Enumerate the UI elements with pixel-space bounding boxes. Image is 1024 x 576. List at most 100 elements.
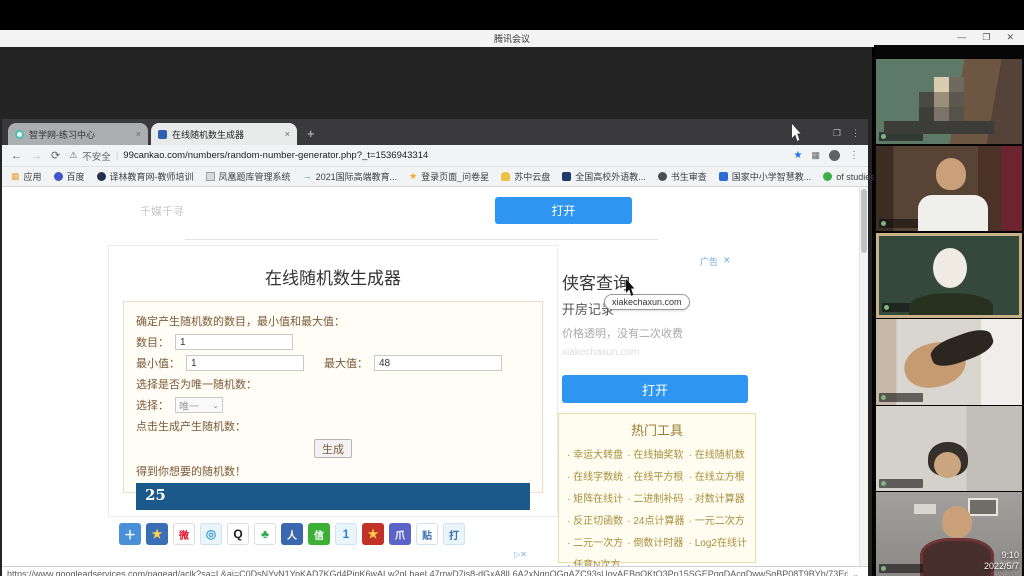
participant-video-2[interactable] — [876, 146, 1022, 231]
back-icon[interactable]: ← — [11, 150, 22, 162]
hot-tool-link[interactable]: 24点计算器 — [627, 512, 684, 527]
minimize-icon[interactable]: — — [957, 32, 966, 43]
side-ad-title[interactable]: 侠客查询 — [562, 269, 630, 294]
hot-tool-link[interactable]: 一元二次方 — [689, 512, 747, 527]
page-scrollbar[interactable] — [859, 187, 868, 566]
tab2-title: 在线随机数生成器 — [172, 128, 280, 141]
browser-window: 智学网-练习中心 × 在线随机数生成器 × + ❐ ⋮ ← → — [2, 119, 868, 576]
count-input[interactable] — [175, 334, 293, 350]
tab2-close-icon[interactable]: × — [285, 129, 290, 139]
side-ad-line2: 价格透明，没有二次收费 — [562, 325, 683, 341]
hot-tool-link[interactable]: 在线字数统 — [567, 468, 623, 483]
tab1-close-icon[interactable]: × — [136, 129, 141, 139]
hot-tool-link[interactable]: 对数计算器 — [689, 490, 747, 505]
side-ad-url: xiakechaxun.com — [562, 347, 639, 358]
tab2-favicon — [158, 130, 167, 139]
hot-tool-link[interactable]: 在线随机数 — [689, 446, 747, 461]
wechat-icon[interactable]: 信 — [308, 523, 330, 545]
share-more-icon[interactable]: ＋ — [119, 523, 141, 545]
tabstrip-right-icons: ❐ ⋮ — [833, 128, 860, 139]
ad-close-icon[interactable]: ✕ — [723, 255, 731, 268]
bookmark-wenjuanxing[interactable]: ★登录页面_问卷星 — [409, 170, 489, 183]
unique-select[interactable]: 唯一 — [175, 397, 223, 413]
hot-tool-link[interactable]: 倒数计时器 — [627, 534, 684, 549]
side-ad-open-button[interactable]: 打开 — [562, 375, 748, 403]
clock-date: 2022/5/7 — [984, 561, 1019, 572]
hot-tools-panel: 热门工具 幸运大转盘 在线抽奖软 在线随机数 在线字数统 在线平方根 在线立方根… — [558, 413, 756, 563]
result-value: 25 — [136, 483, 530, 510]
address-bar[interactable]: ⚠ 不安全 | 99cankao.com/numbers/random-numb… — [69, 149, 784, 163]
max-input[interactable] — [374, 355, 502, 371]
baidu-home-icon[interactable]: ★ — [362, 523, 384, 545]
side-ad: 广告 ✕ 侠客查询 开房记录 xiakechaxun.com 价格透明，没有二次… — [560, 245, 752, 405]
generate-button[interactable]: 生成 — [314, 439, 352, 458]
yixin-icon[interactable]: 1 — [335, 523, 357, 545]
browser-kebab-menu-icon[interactable]: ⋮ — [849, 150, 859, 161]
tieba-post-icon[interactable]: 贴 — [416, 523, 438, 545]
mouse-cursor-black — [626, 279, 638, 296]
bookmark-foreign-teachers[interactable]: 全国高校外语教... — [562, 170, 646, 183]
hot-tool-link[interactable]: 矩阵在线计 — [567, 490, 623, 505]
bookmark-star-icon[interactable]: ★ — [794, 150, 803, 161]
arrow-icon: → — [303, 172, 312, 181]
bookmark-apps[interactable]: ▦应用 — [11, 170, 42, 183]
bookmark-yilin[interactable]: 译林教育网-教师培训 — [97, 170, 194, 183]
scrollbar-thumb[interactable] — [861, 189, 867, 253]
bookmark-suzhong-cloud[interactable]: 苏中云盘 — [501, 170, 550, 183]
tab1-favicon — [15, 130, 24, 139]
top-ad-open-button[interactable]: 打开 — [495, 197, 632, 224]
bookmark-fenghuang[interactable]: 凤凰题库管理系统 — [206, 170, 291, 183]
tencent-weibo-icon[interactable]: ◎ — [200, 523, 222, 545]
bookmark-2021-edu[interactable]: →2021国际高端教育... — [303, 170, 398, 183]
hot-tool-link[interactable]: 在线抽奖软 — [627, 446, 684, 461]
hot-tool-link[interactable]: 在线立方根 — [689, 468, 747, 483]
renren-icon[interactable]: 人 — [281, 523, 303, 545]
tab-zhixuewang[interactable]: 智学网-练习中心 × — [8, 123, 148, 145]
restore-icon[interactable]: ❐ — [982, 32, 990, 43]
shared-screen: 智学网-练习中心 × 在线随机数生成器 × + ❐ ⋮ ← → — [0, 47, 872, 576]
bookmark-baidu[interactable]: 百度 — [54, 170, 85, 183]
hot-tool-link[interactable]: Log2在线计 — [689, 534, 747, 549]
select-label: 选择： — [136, 397, 169, 413]
hot-tool-link[interactable]: 任意N次方 — [567, 556, 623, 566]
tab-strip: 智学网-练习中心 × 在线随机数生成器 × + ❐ ⋮ — [2, 119, 868, 145]
unique-intro: 选择是否为唯一随机数： — [136, 376, 530, 392]
extensions-icon[interactable]: ▦ — [811, 150, 820, 161]
url-text: 99cankao.com/numbers/random-number-gener… — [123, 150, 428, 161]
star-icon: ★ — [409, 172, 417, 181]
participant-video-5[interactable] — [876, 406, 1022, 491]
hot-tool-link[interactable]: 在线平方根 — [627, 468, 684, 483]
hot-tool-link[interactable]: 二元一次方 — [567, 534, 623, 549]
bookmark-of-studies[interactable]: of studies — [823, 172, 875, 182]
bookmark-shusheng[interactable]: 书生审查 — [658, 170, 707, 183]
clover-icon[interactable]: ♣ — [254, 523, 276, 545]
hot-tool-link[interactable]: 二进制补码 — [627, 490, 684, 505]
bookmark-smart-edu[interactable]: 国家中小学智慧教... — [719, 170, 812, 183]
new-tab-button[interactable]: + — [307, 126, 315, 141]
qq-icon[interactable]: Q — [227, 523, 249, 545]
print-icon[interactable]: 打 — [443, 523, 465, 545]
hot-tool-link[interactable]: 幸运大转盘 — [567, 446, 623, 461]
taskbar-clock: 9:10 2022/5/7 — [984, 550, 1019, 572]
browser-menu-icon[interactable]: ⋮ — [851, 128, 860, 139]
globe-icon — [97, 172, 106, 181]
participant-name-label — [879, 479, 923, 488]
participant-video-3[interactable] — [876, 233, 1022, 318]
hot-tool-link[interactable]: 反正切函数 — [567, 512, 623, 527]
navy-square-icon — [562, 172, 571, 181]
browser-restore-icon[interactable]: ❐ — [833, 128, 841, 139]
participant-video-1[interactable] — [876, 59, 1022, 144]
generator-form: 确定产生随机数的数目，最小值和最大值： 数目： 最小值： 最大值： 选择是否为唯… — [123, 301, 543, 493]
baidu-tieba-paw-icon[interactable]: 爪 — [389, 523, 411, 545]
participant-video-4[interactable] — [876, 319, 1022, 405]
tab-random-generator[interactable]: 在线随机数生成器 × — [151, 123, 297, 145]
qzone-icon[interactable]: ★ — [146, 523, 168, 545]
min-input[interactable] — [186, 355, 304, 371]
close-icon[interactable]: ✕ — [1006, 32, 1014, 43]
profile-avatar[interactable] — [829, 150, 840, 161]
bottom-ad-marker[interactable]: ▷✕ — [514, 550, 527, 559]
forward-icon[interactable]: → — [31, 150, 42, 162]
status-chevron-icon[interactable]: ⌄ — [847, 570, 863, 576]
reload-icon[interactable]: ⟳ — [51, 149, 60, 162]
sina-weibo-icon[interactable]: 微 — [173, 523, 195, 545]
